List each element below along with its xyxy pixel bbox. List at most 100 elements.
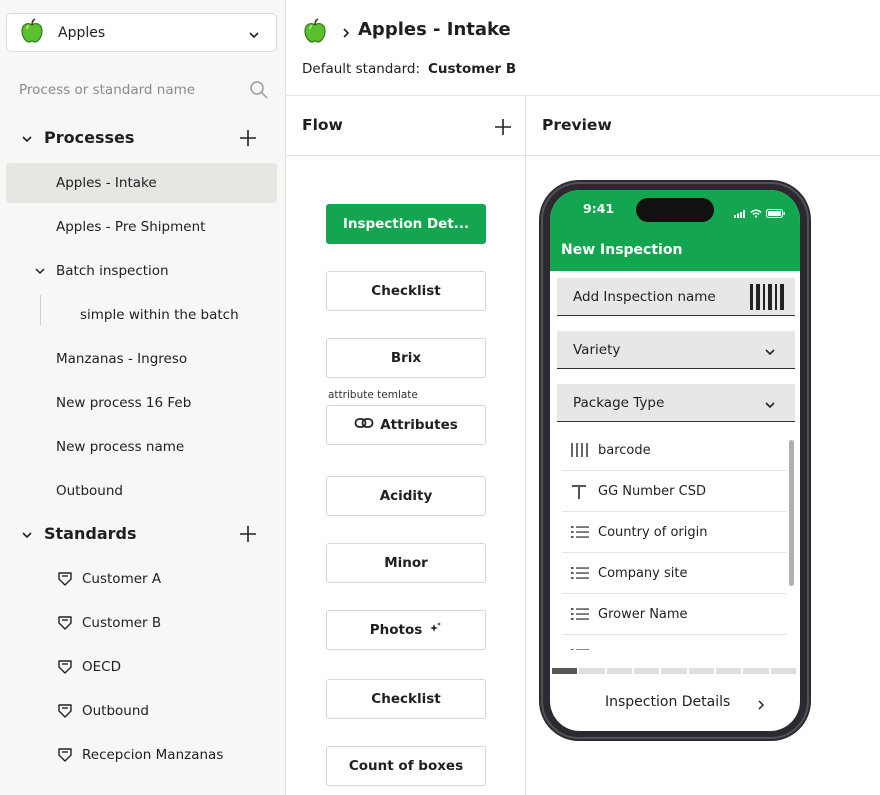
- preview-header: Preview: [526, 96, 880, 156]
- phone-screen: 9:41 New Inspection Add Inspection name: [550, 190, 800, 731]
- inspection-name-field[interactable]: Add Inspection name: [557, 278, 795, 316]
- sidebar-item-label: Apples - Pre Shipment: [56, 219, 206, 235]
- pager-segment: [633, 668, 660, 674]
- barcode-scan-icon[interactable]: [750, 284, 784, 314]
- sidebar-item-batch-inspection[interactable]: Batch inspection: [6, 251, 277, 291]
- sidebar-item-simple-within-batch[interactable]: simple within the batch: [6, 295, 277, 335]
- standards-section-header[interactable]: Standards: [0, 519, 286, 549]
- flow-step-checklist-2[interactable]: Checklist: [326, 679, 486, 719]
- list-item-label: Grower Name: [598, 606, 688, 622]
- default-standard-value[interactable]: Customer B: [428, 61, 516, 77]
- search-input[interactable]: Process or standard name: [19, 78, 269, 102]
- flow-step-label: Acidity: [379, 488, 433, 504]
- flow-step-brix[interactable]: Brix: [326, 338, 486, 378]
- sidebar-item-outbound-standard[interactable]: Outbound: [6, 691, 277, 731]
- flow-step-label: Attributes: [380, 417, 458, 433]
- pager-segment: [743, 668, 769, 674]
- sidebar-item-label: Manzanas - Ingreso: [56, 351, 188, 367]
- chevron-down-icon: [765, 344, 775, 360]
- sparkle-icon: [428, 621, 442, 639]
- package-type-select[interactable]: Package Type: [557, 384, 795, 422]
- pager-segment: [552, 668, 578, 674]
- standards-title: Standards: [44, 524, 137, 543]
- pager-segment: [606, 668, 632, 674]
- list-scrollbar[interactable]: [789, 440, 794, 586]
- attribute-template-note: attribute temlate: [328, 389, 418, 401]
- flow-step-label: Minor: [384, 555, 428, 571]
- flow-step-minor[interactable]: Minor: [326, 543, 486, 583]
- sidebar-item-label: Batch inspection: [56, 263, 169, 279]
- sidebar-item-apples-pre-shipment[interactable]: Apples - Pre Shipment: [6, 207, 277, 247]
- sidebar-item-oecd[interactable]: OECD: [6, 647, 277, 687]
- add-step-icon[interactable]: [494, 118, 512, 140]
- add-standard-icon[interactable]: [239, 525, 257, 547]
- flow-step-checklist[interactable]: Checklist: [326, 271, 486, 311]
- list-item-label: GG Number CSD: [598, 483, 706, 499]
- list-icon: [571, 607, 589, 625]
- crop-select[interactable]: Apples: [6, 13, 277, 52]
- flow-step-inspection-details[interactable]: Inspection Det...: [326, 204, 486, 244]
- sidebar-item-customer-b[interactable]: Customer B: [6, 603, 277, 643]
- standard-icon: [56, 746, 74, 768]
- chevron-down-icon[interactable]: [20, 527, 34, 546]
- flow-step-count-of-boxes[interactable]: Count of boxes: [326, 746, 486, 786]
- sidebar-item-recepcion-manzanas[interactable]: Recepcion Manzanas: [6, 735, 277, 775]
- phone-attribute-list: barcode GG Number CSD Country of origin …: [562, 430, 787, 650]
- sidebar-item-label: Customer B: [82, 615, 162, 631]
- tree-line: [40, 295, 41, 325]
- sidebar-item-customer-a[interactable]: Customer A: [6, 559, 277, 599]
- add-process-icon[interactable]: [239, 129, 257, 151]
- phone-app-bar: New Inspection: [550, 233, 800, 271]
- pager-segment: [579, 668, 605, 674]
- sidebar-item-label: Apples - Intake: [56, 175, 157, 191]
- processes-section-header[interactable]: Processes: [0, 123, 286, 153]
- sidebar-item-label: Outbound: [82, 703, 149, 719]
- flow-step-photos[interactable]: Photos: [326, 610, 486, 650]
- sidebar-item-apples-intake[interactable]: Apples - Intake: [6, 163, 277, 203]
- sidebar-item-outbound-process[interactable]: Outbound: [6, 471, 277, 511]
- sidebar-item-manzanas-ingreso[interactable]: Manzanas - Ingreso: [6, 339, 277, 379]
- field-label: Variety: [573, 341, 621, 358]
- list-item[interactable]: GG Number CSD: [562, 471, 787, 512]
- sidebar-item-new-process-16-feb[interactable]: New process 16 Feb: [6, 383, 277, 423]
- dynamic-island: [636, 198, 714, 222]
- chevron-right-icon: [341, 24, 351, 43]
- page-title: Apples - Intake: [358, 19, 511, 40]
- list-icon: [571, 648, 589, 650]
- list-icon: [571, 566, 589, 584]
- phone-footer-nav[interactable]: Inspection Details: [550, 684, 800, 718]
- crop-select-label: Apples: [58, 24, 106, 41]
- list-item[interactable]: Country of origin: [562, 512, 787, 553]
- list-item-label: Country of origin: [598, 524, 708, 540]
- chevron-down-icon: [765, 397, 775, 413]
- list-item[interactable]: [562, 635, 787, 650]
- pager-segment: [661, 668, 687, 674]
- chevron-right-icon[interactable]: [756, 696, 766, 715]
- text-icon: [571, 484, 587, 504]
- chevron-down-icon[interactable]: [34, 265, 46, 281]
- sidebar-item-label: Outbound: [56, 483, 123, 499]
- sidebar-item-label: Recepcion Manzanas: [82, 747, 224, 763]
- page-header: Apples - Intake Default standard: Custom…: [286, 0, 880, 96]
- wifi-icon: [750, 203, 762, 222]
- sidebar-item-new-process-name[interactable]: New process name: [6, 427, 277, 467]
- preview-title: Preview: [542, 116, 612, 134]
- footer-step-label: Inspection Details: [605, 694, 731, 710]
- search-icon[interactable]: [249, 80, 269, 104]
- sidebar: Apples Process or standard name Processe…: [0, 0, 286, 795]
- field-label: Package Type: [573, 394, 665, 411]
- default-standard-label: Default standard:: [302, 61, 421, 77]
- step-pager: [552, 668, 796, 674]
- flow-step-acidity[interactable]: Acidity: [326, 476, 486, 516]
- list-item[interactable]: Company site: [562, 553, 787, 594]
- chevron-down-icon[interactable]: [20, 131, 34, 150]
- list-item[interactable]: Grower Name: [562, 594, 787, 635]
- list-item[interactable]: barcode: [562, 430, 787, 471]
- flow-step-attributes[interactable]: Attributes: [326, 405, 486, 445]
- link-icon: [354, 416, 374, 434]
- field-label: Add Inspection name: [573, 288, 716, 305]
- processes-title: Processes: [44, 128, 135, 147]
- flow-header: Flow: [286, 96, 526, 156]
- sidebar-item-label: New process 16 Feb: [56, 395, 192, 411]
- variety-select[interactable]: Variety: [557, 331, 795, 369]
